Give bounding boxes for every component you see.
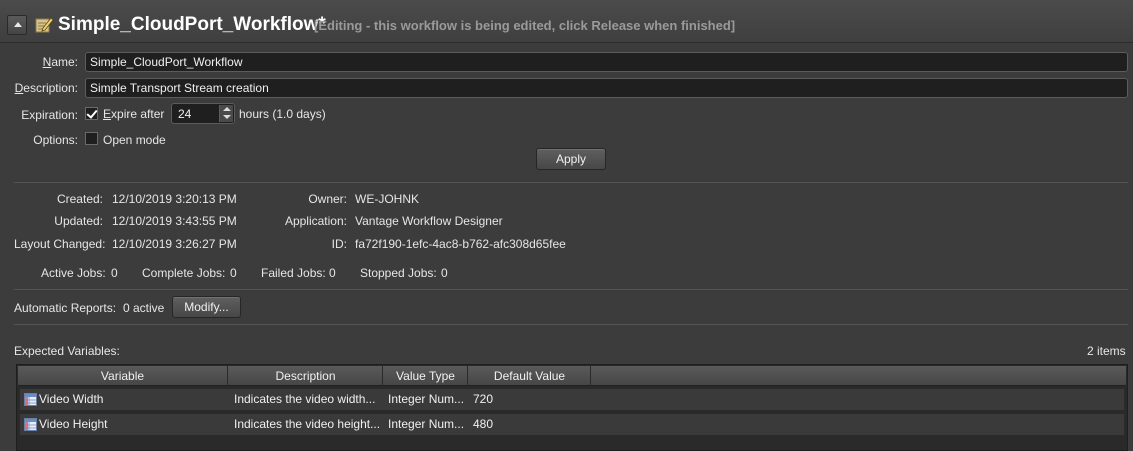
stopped-jobs-label: Stopped Jobs: xyxy=(360,266,437,280)
hours-label: hours (1.0 days) xyxy=(239,107,326,121)
table-header: Variable Description Value Type Default … xyxy=(18,366,1126,386)
apply-button[interactable]: Apply xyxy=(536,148,606,170)
editing-status: [Editing - this workflow is being edited… xyxy=(314,18,736,33)
collapse-arrow-icon xyxy=(14,22,22,27)
variables-count: 2 items xyxy=(1087,344,1126,358)
cell-default-value: 480 xyxy=(473,417,494,431)
open-mode-checkbox[interactable] xyxy=(85,132,98,145)
workflow-details-panel: Simple_CloudPort_Workflow* [Editing - th… xyxy=(0,0,1133,451)
expected-variables-title: Expected Variables: xyxy=(14,344,120,358)
id-label: ID: xyxy=(331,237,347,251)
table-row[interactable]: Video Height Indicates the video height.… xyxy=(20,414,1124,435)
options-label: Options: xyxy=(33,133,78,147)
cell-description: Indicates the video height... xyxy=(234,417,381,431)
cell-default-value: 720 xyxy=(473,392,494,406)
updated-label: Updated: xyxy=(54,214,103,228)
column-header-default-value[interactable]: Default Value xyxy=(469,366,591,386)
failed-jobs-label: Failed Jobs: xyxy=(261,266,326,280)
layout-changed-value: 12/10/2019 3:26:27 PM xyxy=(112,237,237,251)
description-label: Description: xyxy=(14,81,78,95)
created-value: 12/10/2019 3:20:13 PM xyxy=(112,192,237,206)
failed-jobs-value: 0 xyxy=(329,266,336,280)
expire-after-checkbox[interactable] xyxy=(85,107,98,120)
modify-reports-button[interactable]: Modify... xyxy=(172,296,241,318)
variable-icon xyxy=(24,418,37,431)
panel-header: Simple_CloudPort_Workflow* [Editing - th… xyxy=(0,0,1133,43)
cell-variable: Video Width xyxy=(39,392,104,406)
spin-down-icon[interactable] xyxy=(223,115,231,119)
divider xyxy=(14,289,1128,290)
expire-after-label: Expire after xyxy=(103,107,165,121)
expire-hours-value: 24 xyxy=(178,107,192,121)
variable-icon xyxy=(24,393,37,406)
name-field[interactable]: Simple_CloudPort_Workflow xyxy=(85,52,1128,72)
expire-hours-spinner[interactable]: 24 xyxy=(171,103,235,124)
active-jobs-value: 0 xyxy=(111,266,118,280)
open-mode-label: Open mode xyxy=(103,133,166,147)
cell-variable: Video Height xyxy=(39,417,108,431)
application-label: Application: xyxy=(284,214,347,228)
created-label: Created: xyxy=(56,192,103,206)
column-header-value-type[interactable]: Value Type xyxy=(384,366,468,386)
collapse-button[interactable] xyxy=(7,15,27,35)
stopped-jobs-value: 0 xyxy=(441,266,448,280)
column-header-variable[interactable]: Variable xyxy=(18,366,228,386)
application-value: Vantage Workflow Designer xyxy=(355,214,503,228)
expiration-label: Expiration: xyxy=(21,108,78,122)
automatic-reports-label: Automatic Reports: xyxy=(14,301,117,315)
active-jobs-label: Active Jobs: xyxy=(41,266,106,280)
complete-jobs-label: Complete Jobs: xyxy=(142,266,226,280)
cell-value-type: Integer Num... xyxy=(388,417,465,431)
owner-value: WE-JOHNK xyxy=(355,192,419,206)
column-header-description[interactable]: Description xyxy=(229,366,383,386)
table-row[interactable]: Video Width Indicates the video width...… xyxy=(20,389,1124,410)
owner-label: Owner: xyxy=(308,192,347,206)
complete-jobs-value: 0 xyxy=(230,266,237,280)
cell-value-type: Integer Num... xyxy=(388,392,465,406)
automatic-reports-value: 0 active xyxy=(123,301,165,315)
description-field[interactable]: Simple Transport Stream creation xyxy=(85,78,1128,98)
spinner-buttons[interactable] xyxy=(219,105,233,122)
name-label: Name: xyxy=(42,55,78,69)
workflow-title: Simple_CloudPort_Workflow* xyxy=(58,14,326,35)
spin-up-icon[interactable] xyxy=(223,107,231,111)
divider xyxy=(14,182,1128,183)
updated-value: 12/10/2019 3:43:55 PM xyxy=(112,214,237,228)
divider xyxy=(14,324,1128,325)
variables-table: Variable Description Value Type Default … xyxy=(16,364,1128,451)
edit-pencil-icon xyxy=(35,17,53,33)
cell-description: Indicates the video width... xyxy=(234,392,376,406)
id-value: fa72f190-1efc-4ac8-b762-afc308d65fee xyxy=(355,237,566,251)
layout-changed-label: Layout Changed: xyxy=(14,237,106,251)
